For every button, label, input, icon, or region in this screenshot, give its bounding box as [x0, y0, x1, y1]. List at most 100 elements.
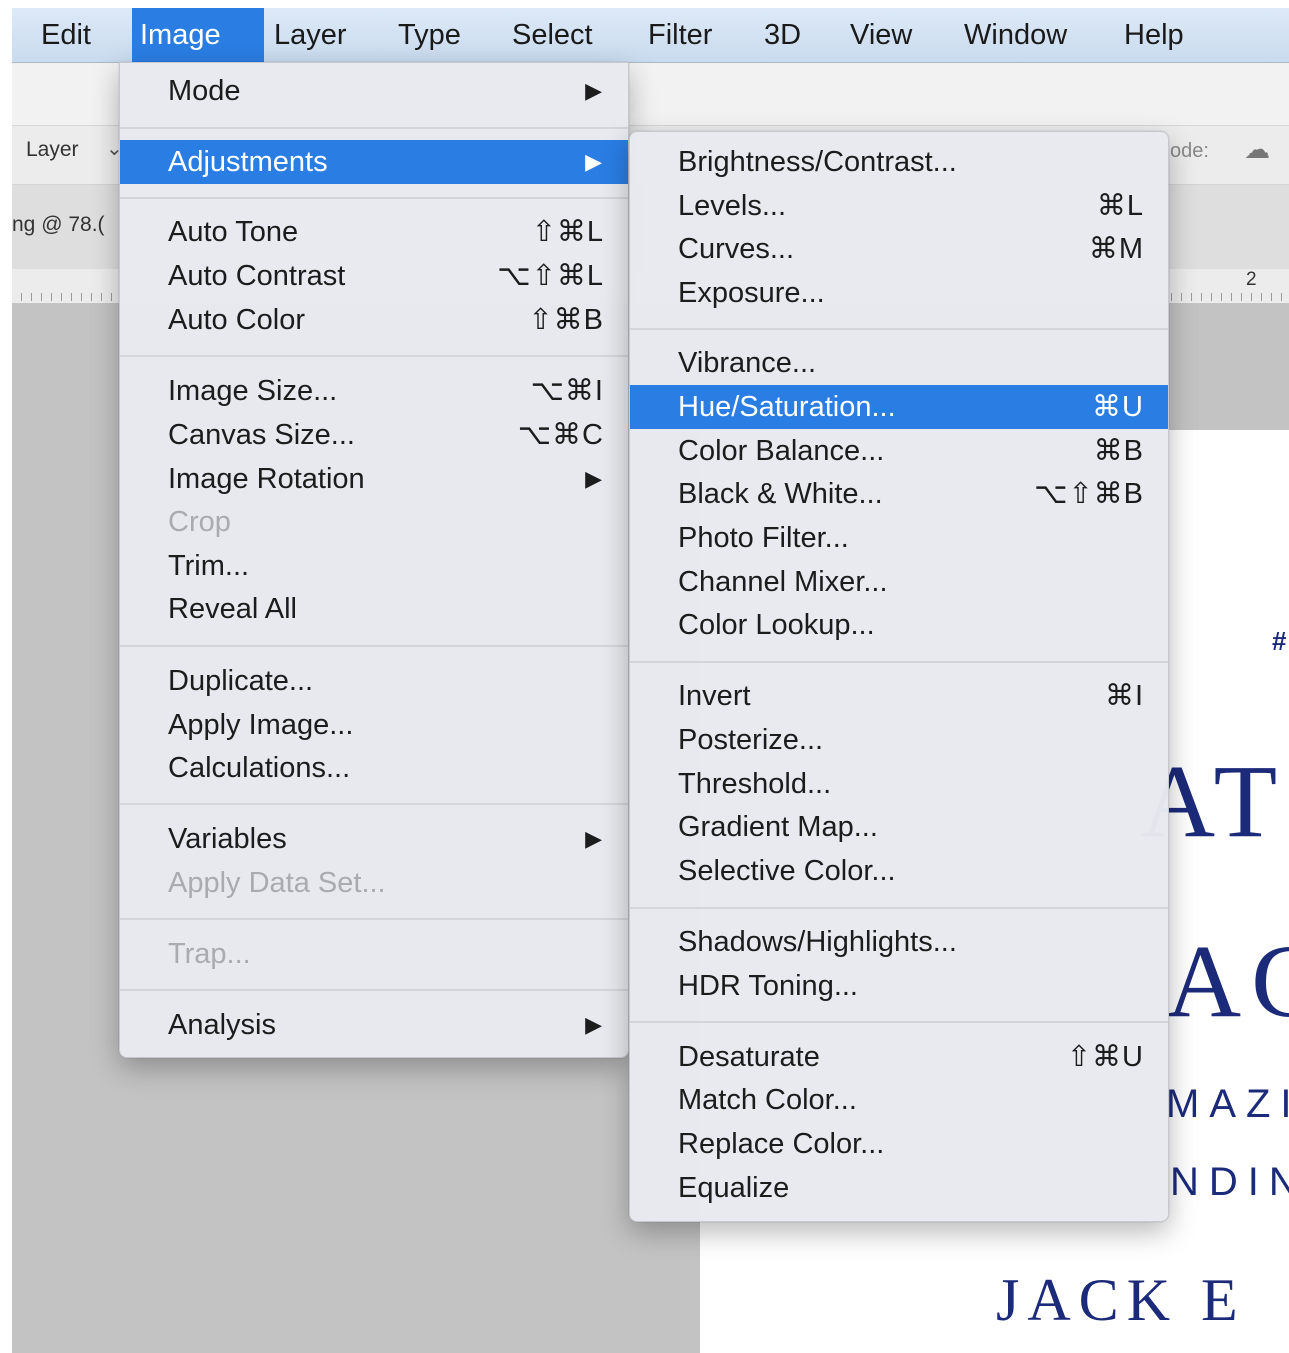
- menu-item-label: Curves...: [678, 233, 795, 265]
- menu-item-label: Exposure...: [678, 277, 825, 309]
- menu-separator: [120, 127, 628, 129]
- menu-item-equalize[interactable]: Equalize: [630, 1166, 1168, 1210]
- submenu-arrow-icon: ▶: [585, 149, 602, 174]
- shortcut-label: ⇧⌘L: [531, 216, 604, 248]
- menu-item-label: Auto Contrast: [168, 260, 346, 292]
- menu-item-label: Photo Filter...: [678, 522, 849, 554]
- menu-item-auto-contrast[interactable]: Auto Contrast ⌥⇧⌘L: [120, 254, 628, 298]
- menu-item-gradient-map[interactable]: Gradient Map...: [630, 805, 1168, 849]
- menu-item-label: Desaturate: [678, 1041, 820, 1073]
- adjustments-submenu: Brightness/Contrast... Levels... ⌘L Curv…: [629, 131, 1169, 1222]
- menu-item-desaturate[interactable]: Desaturate ⇧⌘U: [630, 1035, 1168, 1079]
- menu-item-auto-color[interactable]: Auto Color ⇧⌘B: [120, 298, 628, 342]
- doc-text-line3: MAZI: [1166, 1082, 1289, 1126]
- menu-item-vibrance[interactable]: Vibrance...: [630, 341, 1168, 385]
- menu-item-trim[interactable]: Trim...: [120, 544, 628, 588]
- menu-item-posterize[interactable]: Posterize...: [630, 718, 1168, 762]
- menu-item-label: Replace Color...: [678, 1128, 885, 1160]
- menu-separator: [630, 328, 1168, 330]
- shortcut-label: ⌥⇧⌘L: [497, 260, 604, 292]
- menu-window[interactable]: Window: [964, 8, 1067, 62]
- menu-separator: [120, 918, 628, 920]
- menu-item-image-rotation[interactable]: Image Rotation ▶: [120, 457, 628, 501]
- menu-item-threshold[interactable]: Threshold...: [630, 762, 1168, 806]
- menu-item-label: Match Color...: [678, 1084, 857, 1116]
- menu-item-reveal-all[interactable]: Reveal All: [120, 587, 628, 631]
- menu-3d[interactable]: 3D: [764, 8, 801, 62]
- menu-item-label: Analysis: [168, 1009, 276, 1041]
- shortcut-label: ⌘M: [1088, 233, 1144, 265]
- menu-item-color-lookup[interactable]: Color Lookup...: [630, 603, 1168, 647]
- menu-item-variables[interactable]: Variables ▶: [120, 817, 628, 861]
- menu-item-label: Canvas Size...: [168, 419, 355, 451]
- menu-item-label: Auto Color: [168, 304, 306, 336]
- menu-item-label: Shadows/Highlights...: [678, 926, 957, 958]
- shortcut-label: ⌥⇧⌘B: [1033, 478, 1144, 510]
- submenu-arrow-icon: ▶: [585, 1012, 602, 1037]
- menu-select[interactable]: Select: [512, 8, 593, 62]
- menu-item-black-white[interactable]: Black & White... ⌥⇧⌘B: [630, 472, 1168, 516]
- menu-item-label: Trim...: [168, 550, 250, 582]
- layer-dropdown[interactable]: Layer: [26, 138, 79, 162]
- menu-bar: Edit Image Layer Type Select Filter 3D V…: [12, 8, 1289, 63]
- menu-item-label: Image Rotation: [168, 463, 365, 495]
- shortcut-label: ⌥⌘C: [517, 419, 604, 451]
- menu-item-adjustments[interactable]: Adjustments ▶: [120, 140, 628, 184]
- menu-layer[interactable]: Layer: [274, 8, 347, 62]
- menu-separator: [630, 661, 1168, 663]
- menu-item-image-size[interactable]: Image Size... ⌥⌘I: [120, 369, 628, 413]
- menu-separator: [120, 989, 628, 991]
- menu-edit[interactable]: Edit: [41, 8, 91, 62]
- menu-item-label: Duplicate...: [168, 665, 314, 697]
- document-tab-title[interactable]: ng @ 78.(: [12, 213, 105, 237]
- shortcut-label: ⇧⌘U: [1066, 1041, 1144, 1073]
- menu-item-label: Channel Mixer...: [678, 566, 888, 598]
- menu-item-crop: Crop: [120, 500, 628, 544]
- menu-view[interactable]: View: [850, 8, 912, 62]
- menu-item-apply-data-set: Apply Data Set...: [120, 861, 628, 905]
- menu-item-hue-saturation[interactable]: Hue/Saturation... ⌘U: [630, 385, 1168, 429]
- shortcut-label: ⌥⌘I: [530, 375, 604, 407]
- menu-item-hdr-toning[interactable]: HDR Toning...: [630, 964, 1168, 1008]
- menu-item-mode[interactable]: Mode ▶: [120, 69, 628, 113]
- shortcut-label: ⌘B: [1093, 435, 1144, 467]
- menu-item-label: Hue/Saturation...: [678, 391, 896, 423]
- menu-item-label: Selective Color...: [678, 855, 896, 887]
- menu-separator: [120, 355, 628, 357]
- menu-type[interactable]: Type: [398, 8, 461, 62]
- menu-help[interactable]: Help: [1124, 8, 1184, 62]
- menu-item-analysis[interactable]: Analysis ▶: [120, 1003, 628, 1047]
- menu-item-canvas-size[interactable]: Canvas Size... ⌥⌘C: [120, 413, 628, 457]
- image-menu: Mode ▶ Adjustments ▶ Auto Tone ⇧⌘L Auto …: [119, 62, 629, 1058]
- submenu-arrow-icon: ▶: [585, 466, 602, 491]
- menu-item-label: Vibrance...: [678, 347, 817, 379]
- menu-item-brightness-contrast[interactable]: Brightness/Contrast...: [630, 140, 1168, 184]
- menu-filter[interactable]: Filter: [648, 8, 712, 62]
- submenu-arrow-icon: ▶: [585, 78, 602, 103]
- submenu-arrow-icon: ▶: [585, 826, 602, 851]
- menu-item-replace-color[interactable]: Replace Color...: [630, 1122, 1168, 1166]
- menu-item-match-color[interactable]: Match Color...: [630, 1078, 1168, 1122]
- menu-item-curves[interactable]: Curves... ⌘M: [630, 227, 1168, 271]
- menu-item-photo-filter[interactable]: Photo Filter...: [630, 516, 1168, 560]
- menu-item-label: Black & White...: [678, 478, 883, 510]
- menu-item-apply-image[interactable]: Apply Image...: [120, 703, 628, 747]
- menu-image[interactable]: Image: [140, 8, 221, 62]
- menu-item-calculations[interactable]: Calculations...: [120, 746, 628, 790]
- menu-item-selective-color[interactable]: Selective Color...: [630, 849, 1168, 893]
- menu-item-label: Apply Image...: [168, 709, 354, 741]
- brush-pressure-icon[interactable]: ☁: [1244, 134, 1270, 165]
- menu-item-label: Color Balance...: [678, 435, 885, 467]
- menu-item-duplicate[interactable]: Duplicate...: [120, 659, 628, 703]
- menu-item-color-balance[interactable]: Color Balance... ⌘B: [630, 429, 1168, 473]
- menu-item-levels[interactable]: Levels... ⌘L: [630, 184, 1168, 228]
- menu-item-label: Color Lookup...: [678, 609, 875, 641]
- menu-item-invert[interactable]: Invert ⌘I: [630, 674, 1168, 718]
- menu-item-label: Gradient Map...: [678, 811, 878, 843]
- doc-text-line4: NDIN: [1170, 1160, 1289, 1204]
- menu-item-shadows-highlights[interactable]: Shadows/Highlights...: [630, 920, 1168, 964]
- menu-item-auto-tone[interactable]: Auto Tone ⇧⌘L: [120, 210, 628, 254]
- menu-item-channel-mixer[interactable]: Channel Mixer...: [630, 560, 1168, 604]
- menu-item-label: Brightness/Contrast...: [678, 146, 957, 178]
- menu-item-exposure[interactable]: Exposure...: [630, 271, 1168, 315]
